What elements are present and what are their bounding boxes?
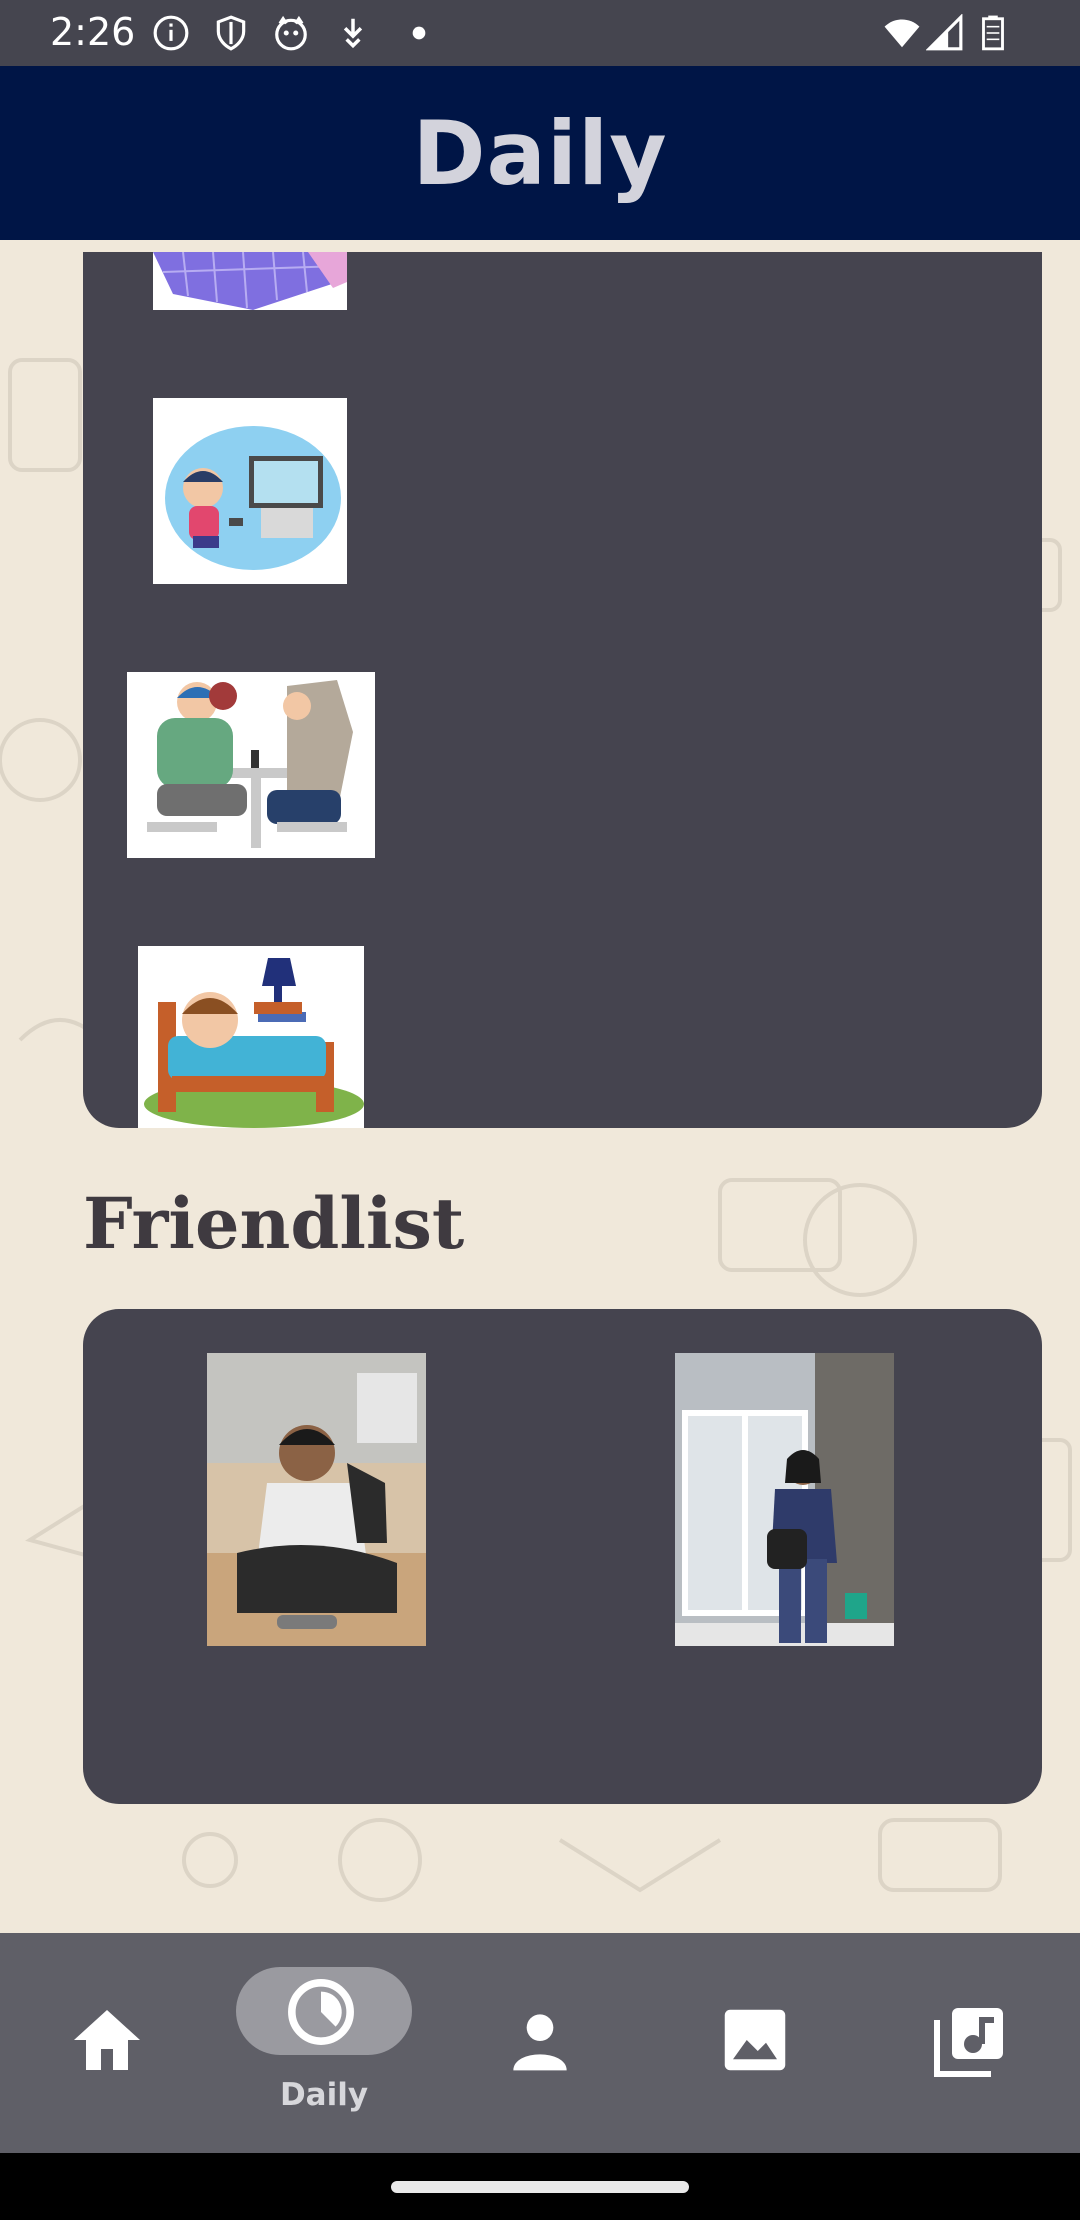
music-library-icon: [934, 2008, 1003, 2077]
cat-face-icon: [275, 15, 307, 51]
nav-gallery[interactable]: [648, 1933, 864, 2153]
kid-playing-video-game-image[interactable]: [153, 398, 347, 584]
download-arrow-icon: [343, 18, 363, 49]
clock-icon: [288, 1979, 354, 2045]
kid-sleeping-in-bed-image[interactable]: [138, 946, 364, 1128]
nav-home[interactable]: [0, 1933, 216, 2153]
nav-profile[interactable]: [432, 1933, 648, 2153]
status-time: 2:26: [50, 10, 136, 54]
friendlist-title: Friendlist: [83, 1182, 465, 1265]
status-bar: 2:26: [0, 0, 1080, 66]
system-gesture-bar: [0, 2153, 1080, 2220]
dot-icon: [412, 26, 426, 40]
content-area[interactable]: Friendlist: [0, 240, 1080, 1933]
info-icon: [153, 15, 189, 51]
app-bar: Daily: [0, 66, 1080, 240]
home-icon: [74, 2010, 140, 2070]
bottom-navigation: Daily: [0, 1933, 1080, 2153]
friends-at-table-image[interactable]: [127, 672, 375, 858]
wifi-icon: [884, 19, 920, 48]
friendlist-panel: [83, 1309, 1042, 1804]
activities-panel: [83, 252, 1042, 1128]
friend-photo-standing[interactable]: [675, 1353, 894, 1646]
person-icon: [513, 2014, 567, 2071]
image-icon: [724, 2009, 786, 2071]
friend-photo-sitting[interactable]: [207, 1353, 426, 1646]
shield-icon: [216, 15, 246, 51]
nav-daily[interactable]: Daily: [216, 1933, 432, 2153]
signal-icon: [926, 14, 963, 51]
purple-box-image[interactable]: [153, 252, 347, 310]
page-title: Daily: [412, 101, 668, 205]
home-gesture-handle[interactable]: [391, 2181, 689, 2193]
nav-music[interactable]: [864, 1933, 1080, 2153]
battery-icon: [982, 15, 1004, 51]
nav-daily-label: Daily: [279, 2077, 369, 2113]
